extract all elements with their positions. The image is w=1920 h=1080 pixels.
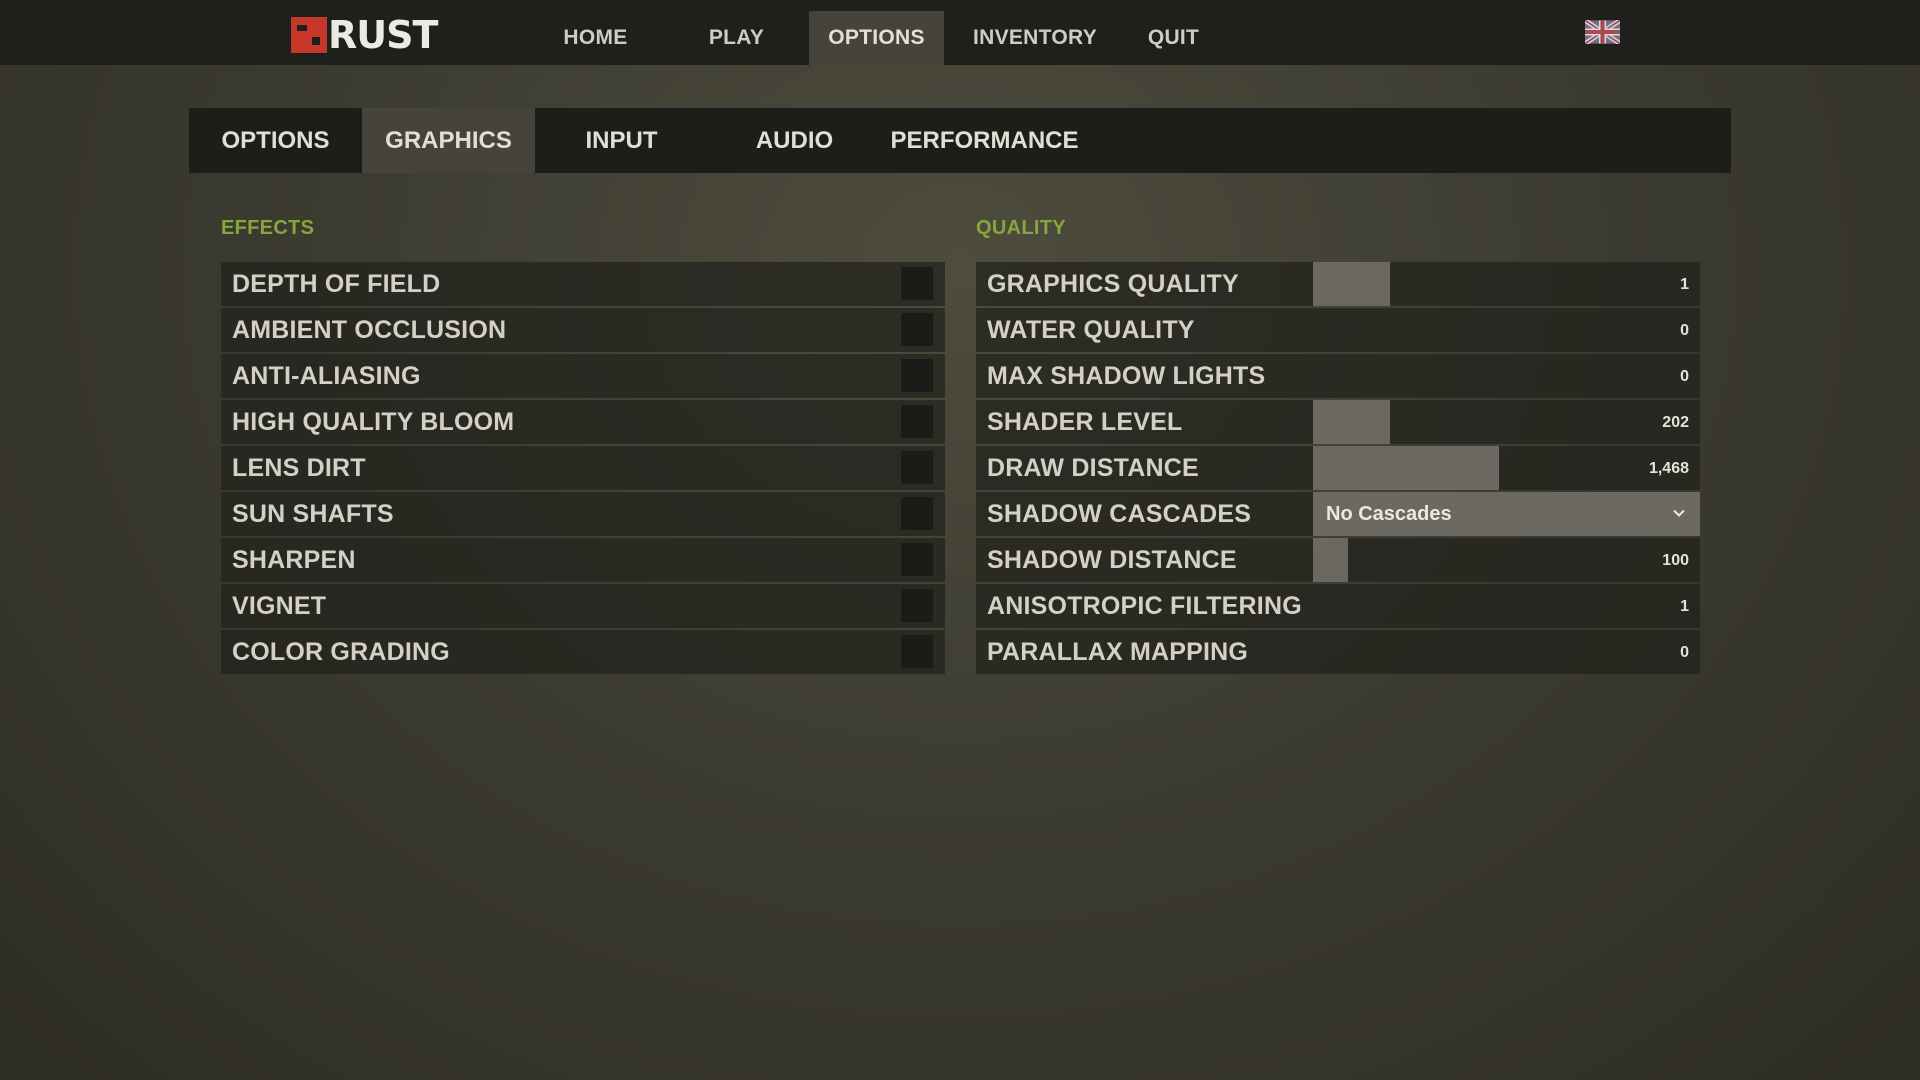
effect-label: LENS DIRT [232,453,366,482]
effect-row[interactable]: SHARPEN [221,538,945,582]
top-navigation-bar: RUST HOME PLAY OPTIONS INVENTORY QUIT [0,0,1920,65]
quality-section-title: QUALITY [976,217,1066,239]
tab-performance[interactable]: PERFORMANCE [881,108,1088,173]
effect-row[interactable]: VIGNET [221,584,945,628]
ambient-occlusion-checkbox[interactable] [901,313,933,346]
nav-options[interactable]: OPTIONS [809,11,944,65]
shader-level-slider[interactable]: 202 [1313,400,1700,444]
shadow-distance-slider[interactable]: 100 [1313,538,1700,582]
slider-value: 100 [1662,552,1689,569]
max-shadow-lights-slider[interactable]: 0 [1313,354,1700,398]
rust-logo: RUST [291,13,438,57]
rust-logo-mark-icon [291,17,327,53]
parallax-mapping-slider[interactable]: 0 [1313,630,1700,674]
effect-label: ANTI-ALIASING [232,361,421,390]
quality-label: MAX SHADOW LIGHTS [987,361,1266,390]
quality-label: PARALLAX MAPPING [987,637,1249,666]
effect-label: SUN SHAFTS [232,499,394,528]
slider-value: 1 [1680,276,1689,293]
chevron-down-icon [1673,509,1685,517]
quality-row: SHADOW DISTANCE 100 [976,538,1700,582]
effect-row[interactable]: HIGH QUALITY BLOOM [221,400,945,444]
shadow-cascades-dropdown[interactable]: No Cascades [1313,492,1700,536]
slider-fill [1313,262,1391,306]
slider-value: 1 [1680,598,1689,615]
effect-row[interactable]: AMBIENT OCCLUSION [221,308,945,352]
quality-row: SHADOW CASCADES No Cascades [976,492,1700,536]
quality-row: ANISOTROPIC FILTERING 1 [976,584,1700,628]
effects-section-title: EFFECTS [221,217,315,239]
slider-value: 202 [1662,414,1689,431]
nav-play[interactable]: PLAY [688,11,785,65]
effect-label: AMBIENT OCCLUSION [232,315,507,344]
quality-row: WATER QUALITY 0 [976,308,1700,352]
quality-row: MAX SHADOW LIGHTS 0 [976,354,1700,398]
effect-label: SHARPEN [232,545,356,574]
effects-list: DEPTH OF FIELD AMBIENT OCCLUSION ANTI-AL… [221,262,945,676]
nav-inventory[interactable]: INVENTORY [962,11,1108,65]
quality-label: SHADOW DISTANCE [987,545,1237,574]
sun-shafts-checkbox[interactable] [901,497,933,530]
quality-label: DRAW DISTANCE [987,453,1199,482]
graphics-quality-slider[interactable]: 1 [1313,262,1700,306]
water-quality-slider[interactable]: 0 [1313,308,1700,352]
effect-row[interactable]: SUN SHAFTS [221,492,945,536]
quality-row: SHADER LEVEL 202 [976,400,1700,444]
slider-value: 0 [1680,368,1689,385]
quality-list: GRAPHICS QUALITY 1 WATER QUALITY 0 MAX S… [976,262,1700,676]
anti-aliasing-checkbox[interactable] [901,359,933,392]
effect-row[interactable]: LENS DIRT [221,446,945,490]
nav-home[interactable]: HOME [544,11,647,65]
nav-quit[interactable]: QUIT [1136,11,1211,65]
quality-row: GRAPHICS QUALITY 1 [976,262,1700,306]
uk-flag-icon[interactable] [1585,20,1620,44]
depth-of-field-checkbox[interactable] [901,267,933,300]
tab-audio[interactable]: AUDIO [708,108,881,173]
quality-label: GRAPHICS QUALITY [987,269,1239,298]
slider-fill [1313,446,1499,490]
effect-row[interactable]: DEPTH OF FIELD [221,262,945,306]
effect-label: DEPTH OF FIELD [232,269,441,298]
quality-row: DRAW DISTANCE 1,468 [976,446,1700,490]
slider-value: 0 [1680,322,1689,339]
draw-distance-slider[interactable]: 1,468 [1313,446,1700,490]
slider-fill [1313,400,1391,444]
color-grading-checkbox[interactable] [901,635,933,668]
tab-input[interactable]: INPUT [535,108,708,173]
quality-label: ANISOTROPIC FILTERING [987,591,1302,620]
slider-fill [1313,538,1348,582]
effect-label: HIGH QUALITY BLOOM [232,407,515,436]
tab-graphics[interactable]: GRAPHICS [362,108,535,173]
slider-value: 1,468 [1648,460,1689,477]
options-tab-bar: OPTIONS GRAPHICS INPUT AUDIO PERFORMANCE [189,108,1731,173]
quality-label: SHADER LEVEL [987,407,1183,436]
effect-row[interactable]: COLOR GRADING [221,630,945,674]
tab-options[interactable]: OPTIONS [189,108,362,173]
vignet-checkbox[interactable] [901,589,933,622]
quality-row: PARALLAX MAPPING 0 [976,630,1700,674]
lens-dirt-checkbox[interactable] [901,451,933,484]
slider-value: 0 [1680,644,1689,661]
dropdown-selected-value: No Cascades [1326,502,1452,525]
effect-label: VIGNET [232,591,327,620]
logo-text: RUST [328,13,438,57]
anisotropic-filtering-slider[interactable]: 1 [1313,584,1700,628]
quality-label: WATER QUALITY [987,315,1195,344]
quality-label: SHADOW CASCADES [987,499,1252,528]
sharpen-checkbox[interactable] [901,543,933,576]
high-quality-bloom-checkbox[interactable] [901,405,933,438]
effect-row[interactable]: ANTI-ALIASING [221,354,945,398]
effect-label: COLOR GRADING [232,637,450,666]
